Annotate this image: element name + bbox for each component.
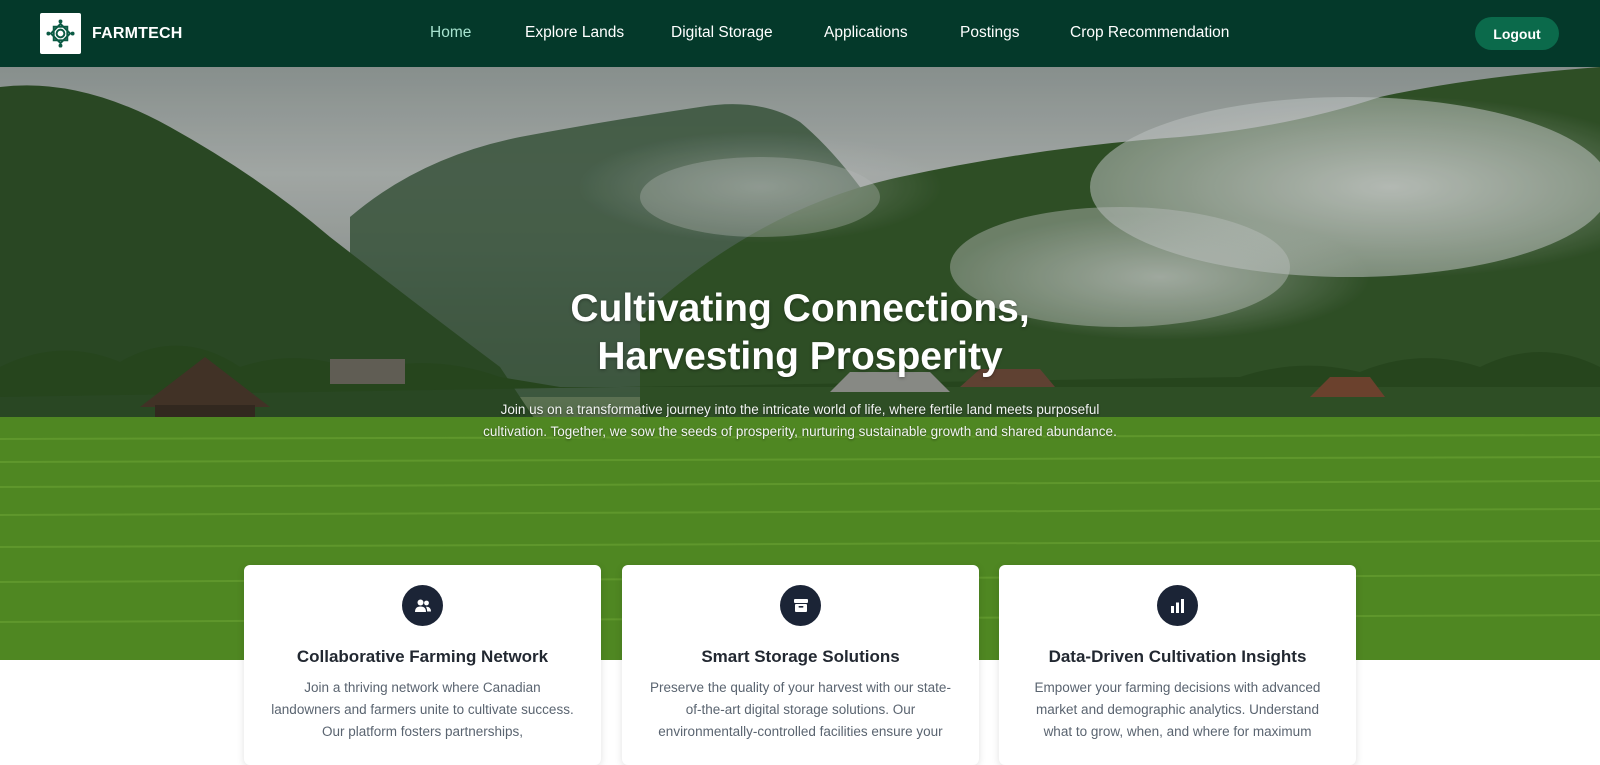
bar-chart-icon [1157, 585, 1198, 626]
nav-link-crop-recommendation[interactable]: Crop Recommendation [1070, 24, 1229, 42]
hero-title: Cultivating Connections, Harvesting Pros… [0, 285, 1600, 381]
nav-link-postings[interactable]: Postings [960, 24, 1019, 42]
hero-title-line2: Harvesting Prosperity [597, 335, 1003, 378]
card-text: Join a thriving network where Canadian l… [271, 680, 574, 739]
card-text: Empower your farming decisions with adva… [1034, 680, 1321, 739]
feature-card-collaborative-network[interactable]: Collaborative Farming Network Join a thr… [244, 565, 601, 765]
card-title: Collaborative Farming Network [296, 647, 549, 666]
feature-cards: Collaborative Farming Network Join a thr… [0, 565, 1600, 765]
archive-box-icon [780, 585, 821, 626]
nav-link-digital-storage[interactable]: Digital Storage [671, 24, 773, 42]
nav-link-home[interactable]: Home [430, 24, 471, 42]
card-text: Preserve the quality of your harvest wit… [650, 680, 951, 739]
feature-card-smart-storage[interactable]: Smart Storage Solutions Preserve the qua… [622, 565, 979, 765]
nav-links: Home Explore Lands Digital Storage Appli… [0, 0, 1600, 67]
nav-link-explore-lands[interactable]: Explore Lands [525, 24, 624, 42]
top-navbar: FARMTECH Home Explore Lands Digital Stor… [0, 0, 1600, 67]
card-title: Data-Driven Cultivation Insights [1048, 647, 1307, 666]
hero-subtitle: Join us on a transformative journey into… [483, 402, 1117, 439]
nav-link-applications[interactable]: Applications [824, 24, 908, 42]
users-icon [402, 585, 443, 626]
feature-card-cultivation-insights[interactable]: Data-Driven Cultivation Insights Empower… [999, 565, 1356, 765]
card-title: Smart Storage Solutions [701, 647, 900, 666]
hero-title-line1: Cultivating Connections, [570, 287, 1030, 330]
logout-button[interactable]: Logout [1475, 17, 1559, 50]
